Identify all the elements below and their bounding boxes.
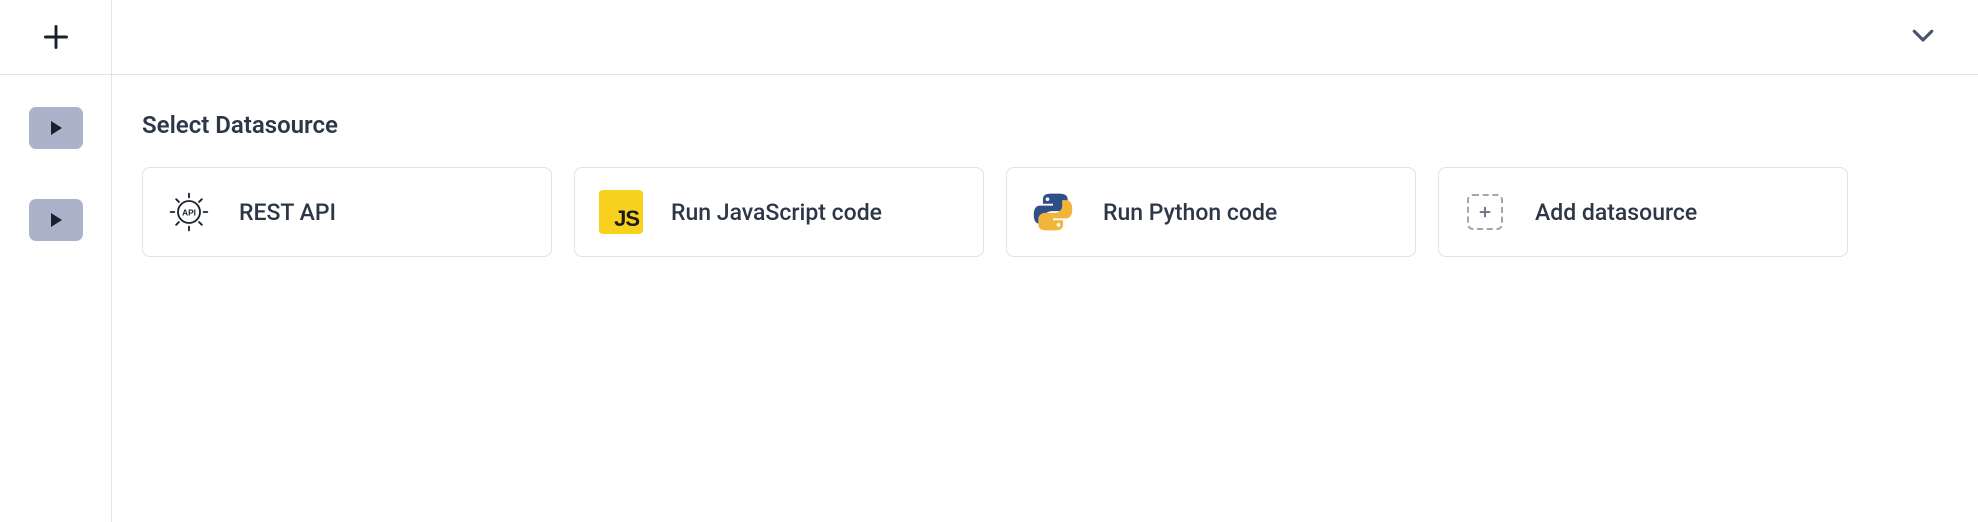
card-label: REST API [239, 199, 336, 226]
main-area: Select Datasource API REST API JS Run Ja… [0, 75, 1978, 522]
section-title: Select Datasource [142, 111, 1948, 139]
sidebar-run-button-2[interactable] [29, 199, 83, 241]
play-icon [51, 121, 62, 135]
add-datasource-icon [1463, 190, 1507, 234]
sidebar [0, 75, 112, 522]
top-left-group [0, 0, 112, 74]
chevron-down-icon [1908, 20, 1938, 50]
plus-icon [42, 23, 70, 51]
top-bar [0, 0, 1978, 75]
datasource-card-rest-api[interactable]: API REST API [142, 167, 552, 257]
content: Select Datasource API REST API JS Run Ja… [112, 75, 1978, 522]
card-label: Run JavaScript code [671, 199, 882, 226]
javascript-icon: JS [599, 190, 643, 234]
play-icon [51, 213, 62, 227]
card-label: Add datasource [1535, 199, 1697, 226]
card-label: Run Python code [1103, 199, 1277, 226]
svg-text:API: API [182, 209, 196, 218]
datasource-card-javascript[interactable]: JS Run JavaScript code [574, 167, 984, 257]
datasource-card-add[interactable]: Add datasource [1438, 167, 1848, 257]
add-button[interactable] [0, 0, 112, 74]
datasource-card-python[interactable]: Run Python code [1006, 167, 1416, 257]
datasource-cards: API REST API JS Run JavaScript code [142, 167, 1948, 257]
python-icon [1031, 190, 1075, 234]
collapse-button[interactable] [1908, 20, 1938, 54]
rest-api-icon: API [167, 190, 211, 234]
sidebar-run-button-1[interactable] [29, 107, 83, 149]
